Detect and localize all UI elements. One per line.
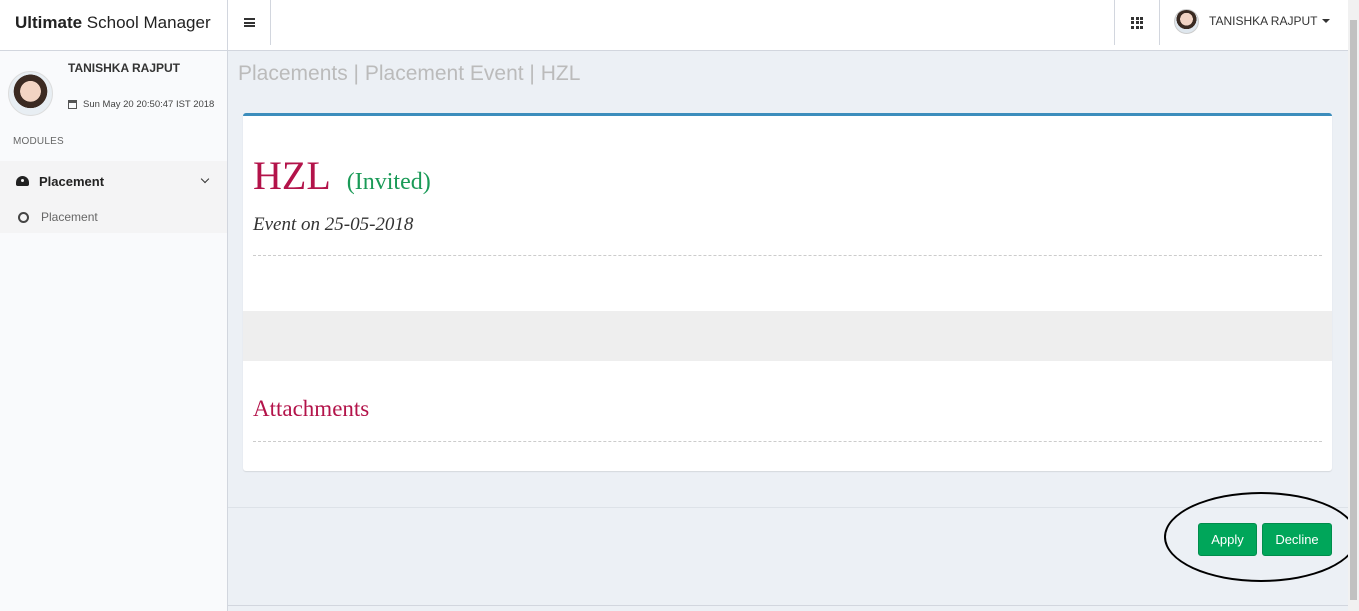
sidebar-subitem-placement[interactable]: Placement <box>0 201 227 233</box>
hamburger-icon <box>243 18 255 27</box>
event-details-band <box>243 311 1332 361</box>
top-navbar: Ultimate School Manager TANISHKA RAJPUT <box>0 0 1348 51</box>
breadcrumb: Placements | Placement Event | HZL <box>238 62 581 85</box>
status-badge: (Invited) <box>346 169 431 195</box>
sidebar-toggle-button[interactable] <box>228 0 271 45</box>
user-name: TANISHKA RAJPUT <box>1209 14 1318 28</box>
scrollbar-thumb[interactable] <box>1350 20 1357 600</box>
grid-icon <box>1131 16 1143 29</box>
event-card: HZL (Invited) Event on 25-05-2018 Attach… <box>243 113 1332 471</box>
dashboard-icon <box>16 176 29 186</box>
sidebar: TANISHKA RAJPUT Sun May 20 20:50:47 IST … <box>0 51 228 611</box>
chevron-down-icon <box>200 174 210 184</box>
company-name: HZL <box>253 153 331 198</box>
apps-button[interactable] <box>1114 0 1160 45</box>
sidebar-user-name: TANISHKA RAJPUT <box>68 61 181 75</box>
event-title: HZL (Invited) <box>253 152 431 199</box>
caret-down-icon <box>1322 19 1331 23</box>
user-menu[interactable]: TANISHKA RAJPUT <box>1174 7 1331 35</box>
calendar-icon <box>68 100 77 109</box>
sidebar-item-placement[interactable]: Placement <box>0 161 227 201</box>
modules-heading: MODULES <box>13 136 64 147</box>
sidebar-datetime: Sun May 20 20:50:47 IST 2018 <box>68 99 214 110</box>
scrollbar[interactable] <box>1348 0 1359 611</box>
divider <box>228 605 1348 606</box>
apply-button[interactable]: Apply <box>1198 523 1257 556</box>
event-date: Event on 25-05-2018 <box>253 214 414 235</box>
sidebar-menu-placement: Placement Placement <box>0 161 227 233</box>
attachments-heading: Attachments <box>253 396 370 421</box>
divider <box>253 441 1322 442</box>
divider <box>228 507 1348 508</box>
user-avatar <box>8 71 53 116</box>
divider <box>253 255 1322 256</box>
circle-icon <box>18 211 29 223</box>
app-logo[interactable]: Ultimate School Manager <box>0 0 228 51</box>
avatar <box>1174 8 1199 34</box>
decline-button[interactable]: Decline <box>1262 523 1332 556</box>
